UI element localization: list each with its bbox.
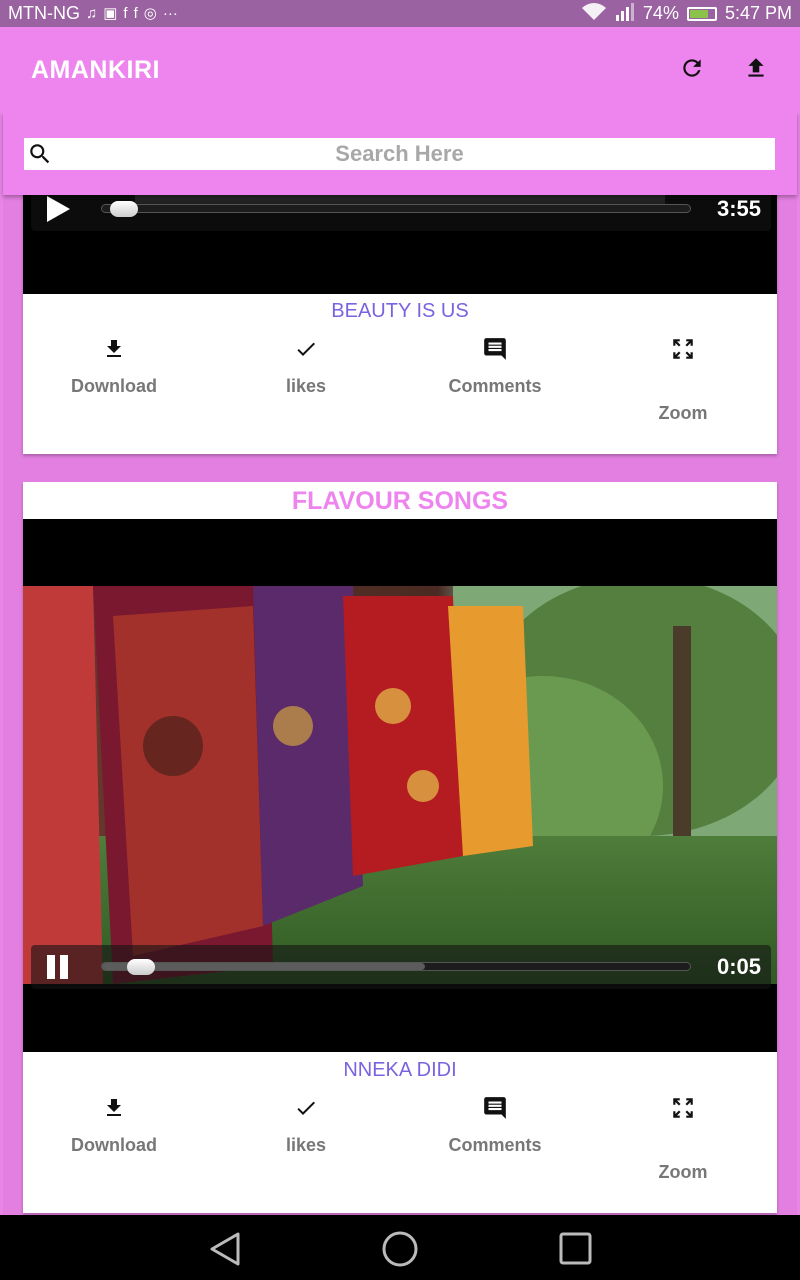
app-bar: AMANKIRI	[0, 27, 800, 113]
video-time: 3:55	[716, 196, 761, 221]
comments-label: Comments	[448, 376, 542, 396]
facebook-icon: f	[133, 5, 138, 22]
comments-label: Comments	[448, 1135, 542, 1155]
more-icon: ···	[162, 5, 178, 22]
search-input[interactable]	[24, 138, 775, 170]
pause-button[interactable]	[43, 953, 73, 981]
song-name[interactable]: NNEKA DIDI	[23, 1059, 777, 1082]
download-icon	[39, 334, 189, 364]
recents-button[interactable]	[557, 1230, 595, 1268]
video-controls: 0:05	[31, 945, 771, 989]
home-icon	[381, 1231, 419, 1272]
upload-button[interactable]	[739, 53, 773, 87]
clock: 5:47 PM	[724, 3, 792, 23]
wifi-icon	[581, 3, 607, 24]
feed[interactable]: 3:55 BEAUTY IS US Download likes Comment…	[0, 113, 800, 1215]
comment-icon	[420, 334, 570, 364]
play-button[interactable]	[43, 195, 73, 223]
download-label: Download	[71, 376, 157, 396]
battery-percent: 74%	[642, 3, 679, 23]
upload-icon	[743, 55, 769, 86]
comment-icon	[420, 1093, 570, 1123]
pause-icon	[43, 955, 73, 985]
video-thumbnail	[23, 586, 777, 984]
navigation-bar	[0, 1215, 800, 1280]
carrier-label: MTN-NG	[8, 3, 80, 23]
likes-button[interactable]: likes	[231, 334, 381, 397]
likes-label: likes	[285, 1135, 327, 1155]
android-icon: ▣	[103, 5, 118, 22]
comments-button[interactable]: Comments	[420, 1093, 570, 1156]
download-button[interactable]: Download	[39, 1093, 189, 1156]
zoom-label: Zoom	[658, 403, 708, 423]
refresh-icon	[679, 55, 705, 86]
whatsapp-icon: ◎	[143, 5, 157, 22]
seek-thumb[interactable]	[109, 201, 138, 217]
likes-button[interactable]: likes	[231, 1093, 381, 1156]
seek-thumb[interactable]	[127, 959, 156, 975]
seek-bar[interactable]	[101, 959, 691, 975]
app-title: AMANKIRI	[31, 56, 160, 84]
fullscreen-icon	[608, 1093, 758, 1123]
video-frame	[23, 586, 777, 984]
download-label: Download	[71, 1135, 157, 1155]
card-title: FLAVOUR SONGS	[291, 487, 509, 515]
seek-bar[interactable]	[101, 201, 691, 217]
zoom-button[interactable]: Zoom	[608, 334, 758, 424]
refresh-button[interactable]	[675, 53, 709, 87]
recents-icon	[557, 1232, 595, 1272]
search-field[interactable]	[24, 138, 775, 170]
check-icon	[231, 334, 381, 364]
back-icon	[206, 1232, 244, 1272]
music-icon: ♫	[85, 5, 98, 22]
play-icon	[43, 196, 73, 227]
back-button[interactable]	[206, 1230, 244, 1268]
zoom-label: Zoom	[658, 1162, 708, 1182]
signal-icon	[615, 3, 635, 24]
home-button[interactable]	[381, 1230, 419, 1268]
fullscreen-icon	[608, 334, 758, 364]
search-icon	[27, 141, 53, 172]
likes-label: likes	[285, 376, 327, 396]
facebook-icon: f	[123, 5, 128, 22]
video-card: FLAVOUR SONGS 0:05 NNEKA DIDI Download l…	[23, 482, 777, 1213]
download-icon	[39, 1093, 189, 1123]
zoom-button[interactable]: Zoom	[608, 1093, 758, 1183]
download-button[interactable]: Download	[39, 334, 189, 397]
check-icon	[231, 1093, 381, 1123]
status-bar: MTN-NG ♫ ▣ f f ◎ ··· 74% 5:47 PM	[0, 0, 800, 27]
comments-button[interactable]: Comments	[420, 334, 570, 397]
song-name[interactable]: BEAUTY IS US	[23, 300, 777, 323]
video-player[interactable]: 0:05	[23, 519, 777, 1052]
search-bar	[3, 113, 797, 195]
video-time: 0:05	[716, 954, 761, 979]
battery-icon	[686, 6, 717, 21]
